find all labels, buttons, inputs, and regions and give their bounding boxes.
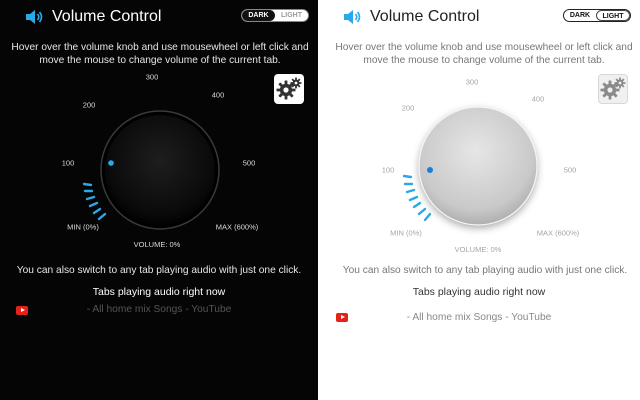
tick-label-min: MIN (0%) (67, 222, 99, 232)
theme-option-dark[interactable]: DARK (564, 10, 596, 21)
speaker-icon (26, 10, 43, 24)
tabs-heading: Tabs playing audio right now (92, 286, 226, 298)
audio-tab-item[interactable]: - All home mix Songs - YouTube (318, 304, 640, 323)
volume-dial: 300 200 400 100 500 MIN (0%) MAX (600%) … (348, 66, 608, 256)
theme-option-dark[interactable]: DARK (242, 10, 275, 21)
light-theme-panel: Volume Control DARK LIGHT Hover over the… (318, 0, 640, 400)
tick-label-max: MAX (600%) (536, 228, 580, 238)
volume-readout: VOLUME: 0% (454, 245, 502, 254)
app-title: Volume Control (370, 8, 480, 25)
instructions-text: Hover over the volume knob and use mouse… (335, 42, 633, 66)
tick-label-300: 300 (465, 77, 479, 87)
tick-label-400: 400 (531, 94, 545, 104)
theme-option-light[interactable]: LIGHT (275, 10, 308, 21)
knob-indicator (108, 160, 114, 166)
knob-indicator (427, 167, 433, 173)
audio-tab-item[interactable]: - All home mix Songs - YouTube (0, 304, 318, 318)
header: Volume Control DARK LIGHT (0, 7, 318, 29)
tabs-heading: Tabs playing audio right now (412, 286, 546, 298)
switch-tabs-note: You can also switch to any tab playing a… (342, 265, 628, 276)
tick-label-500: 500 (242, 158, 256, 168)
tick-label-200: 200 (82, 100, 96, 110)
volume-dial: 300 200 400 100 500 MIN (0%) MAX (600%) … (30, 66, 290, 256)
tick-label-min: MIN (0%) (390, 228, 422, 238)
tick-label-200: 200 (401, 103, 415, 113)
speaker-icon (344, 10, 361, 24)
header: Volume Control DARK LIGHT (318, 7, 640, 29)
theme-toggle[interactable]: DARK LIGHT (241, 9, 309, 22)
knob-ticks (402, 106, 538, 226)
dark-theme-panel: Volume Control DARK LIGHT Hover over the… (0, 0, 318, 400)
tick-label-100: 100 (61, 158, 75, 168)
audio-tab-title[interactable]: - All home mix Songs - YouTube (0, 304, 318, 315)
theme-toggle[interactable]: DARK LIGHT (563, 9, 631, 22)
switch-tabs-note: You can also switch to any tab playing a… (16, 265, 302, 276)
app-title: Volume Control (52, 8, 162, 25)
theme-option-light[interactable]: LIGHT (596, 10, 630, 21)
audio-tab-title[interactable]: - All home mix Songs - YouTube (318, 312, 640, 323)
tick-label-500: 500 (563, 165, 577, 175)
tick-label-max: MAX (600%) (215, 222, 259, 232)
tick-label-400: 400 (211, 90, 225, 100)
tick-label-300: 300 (145, 72, 159, 82)
instructions-text: Hover over the volume knob and use mouse… (11, 42, 309, 66)
tick-label-100: 100 (381, 165, 395, 175)
volume-readout: VOLUME: 0% (133, 240, 181, 249)
